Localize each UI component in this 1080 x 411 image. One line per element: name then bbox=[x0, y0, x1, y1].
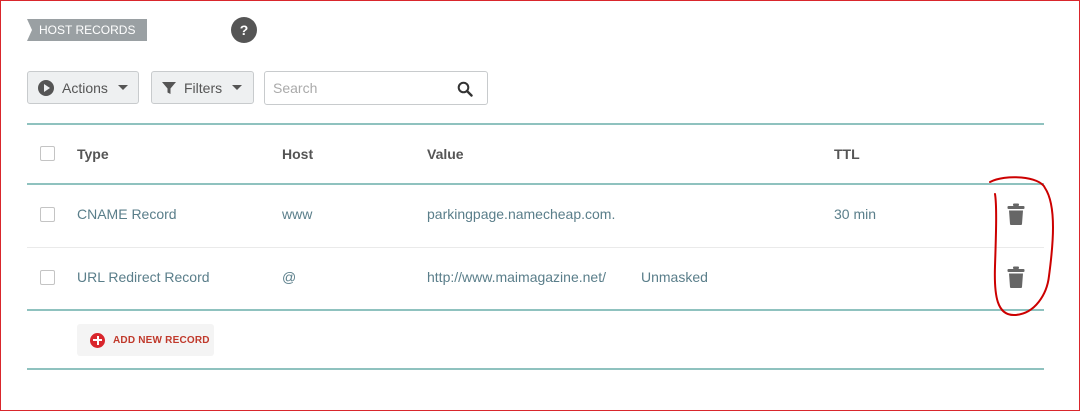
filters-label: Filters bbox=[184, 79, 223, 96]
add-new-record-label: ADD NEW RECORD bbox=[113, 334, 210, 346]
help-icon[interactable]: ? bbox=[231, 17, 257, 43]
record-type[interactable]: URL Redirect Record bbox=[77, 269, 210, 285]
select-all-checkbox[interactable] bbox=[40, 146, 55, 161]
red-annotation-circle bbox=[989, 176, 1054, 317]
actions-dropdown[interactable]: Actions bbox=[27, 71, 139, 104]
footer-divider bbox=[27, 368, 1044, 370]
record-host[interactable]: www bbox=[282, 206, 312, 222]
record-type[interactable]: CNAME Record bbox=[77, 206, 177, 222]
search-icon[interactable] bbox=[457, 81, 473, 97]
actions-label: Actions bbox=[62, 79, 108, 96]
table-bottom-divider bbox=[27, 309, 1044, 311]
record-value[interactable]: parkingpage.namecheap.com. bbox=[427, 206, 615, 222]
search-input[interactable] bbox=[273, 73, 453, 103]
row-divider bbox=[27, 247, 1044, 248]
record-masking[interactable]: Unmasked bbox=[641, 269, 708, 285]
table-top-divider bbox=[27, 123, 1044, 125]
section-title: HOST RECORDS bbox=[27, 19, 148, 41]
play-circle-icon bbox=[38, 79, 54, 96]
record-ttl[interactable]: 30 min bbox=[834, 206, 876, 222]
header-divider bbox=[27, 183, 1044, 185]
add-new-record-button[interactable]: ADD NEW RECORD bbox=[77, 324, 214, 356]
chevron-down-icon bbox=[117, 85, 128, 90]
row-checkbox[interactable] bbox=[40, 207, 55, 222]
search-box bbox=[264, 71, 488, 105]
column-header-type[interactable]: Type bbox=[77, 146, 109, 162]
plus-circle-icon bbox=[90, 332, 105, 348]
funnel-icon bbox=[162, 81, 176, 94]
column-header-value[interactable]: Value bbox=[427, 146, 464, 162]
record-host[interactable]: @ bbox=[282, 269, 296, 285]
filters-dropdown[interactable]: Filters bbox=[151, 71, 254, 104]
record-value[interactable]: http://www.maimagazine.net/ bbox=[427, 269, 606, 285]
column-header-ttl[interactable]: TTL bbox=[834, 146, 860, 162]
chevron-down-icon bbox=[232, 85, 243, 90]
row-checkbox[interactable] bbox=[40, 270, 55, 285]
column-header-host[interactable]: Host bbox=[282, 146, 313, 162]
